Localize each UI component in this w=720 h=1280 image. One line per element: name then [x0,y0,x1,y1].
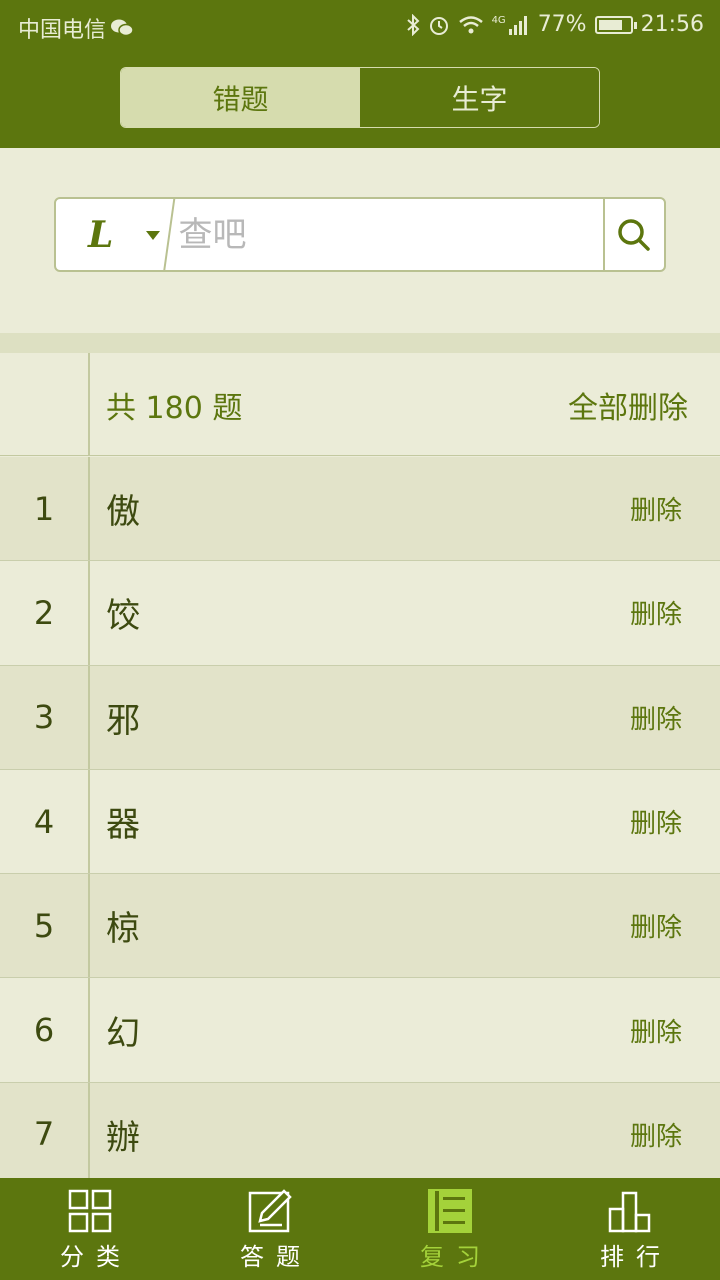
tab-new-characters[interactable]: 生字 [360,68,599,127]
item-index: 7 [33,1115,55,1154]
wifi-icon [458,15,483,33]
delete-all-button[interactable]: 全部删除 [568,353,688,456]
item-character: 辦 [106,1117,140,1158]
item-character: 傲 [106,492,140,533]
status-bar: 中国电信 4G 77% 21:56 [0,0,720,50]
list-icon [428,1188,472,1233]
item-character: 饺 [106,596,140,637]
nav-label: 排行 [600,1242,672,1271]
delete-button[interactable]: 删除 [630,561,682,664]
column-divider [88,353,90,456]
battery-icon [594,15,637,34]
cell-signal-icon: 4G [492,15,530,35]
item-character: 器 [106,805,140,846]
divider [0,333,720,353]
item-character: 椋 [106,909,140,950]
alarm-icon [429,16,448,35]
item-index: 3 [33,698,55,737]
list-item: 7 辦 删除 [0,1082,720,1178]
column-divider [88,1082,90,1178]
nav-label: 复习 [420,1242,492,1271]
grid-icon [68,1189,112,1232]
delete-button[interactable]: 删除 [630,457,682,560]
carrier-name: 中国电信 [18,18,107,43]
list-item: 2 饺 删除 [0,561,720,666]
delete-button[interactable]: 删除 [630,666,682,769]
item-index: 4 [33,802,55,841]
delete-button[interactable]: 删除 [630,1083,682,1178]
search-icon [618,218,650,251]
list-item: 1 傲 删除 [0,457,720,562]
edit-icon [248,1188,292,1232]
nav-item-category[interactable]: 分类 [0,1178,180,1280]
delete-button[interactable]: 删除 [630,978,682,1081]
item-index: 5 [33,906,55,945]
question-count: 共 180 题 [106,390,243,426]
search-button[interactable] [602,199,664,270]
network-type: 4G [491,14,506,26]
search-area: L [0,148,720,333]
search-box: L [54,197,666,272]
item-index: 1 [33,489,55,528]
list-item: 4 器 删除 [0,769,720,875]
app-header: 中国电信 4G 77% 21:56 错题 生字 [0,0,720,148]
ranking-icon [608,1191,651,1232]
bluetooth-icon [406,13,420,36]
item-index: 6 [33,1011,55,1050]
wechat-icon [111,19,134,37]
list-header: 共 180 题 全部删除 [0,353,720,456]
nav-item-ranking[interactable]: 排行 [540,1178,720,1280]
list-item: 6 幻 删除 [0,978,720,1083]
column-divider [88,457,90,561]
tab-wrong-questions[interactable]: 错题 [121,68,360,127]
column-divider [88,665,90,769]
delete-button[interactable]: 删除 [630,770,682,873]
list-item: 5 椋 删除 [0,874,720,979]
list-item: 3 邪 删除 [0,665,720,770]
battery-fill [598,19,622,30]
delete-button[interactable]: 删除 [630,874,682,977]
mode-segmented-control: 错题 生字 [120,67,600,128]
nav-item-review[interactable]: 复习 [360,1178,540,1280]
battery-percent: 77% [537,12,587,37]
column-divider [88,978,90,1082]
item-character: 邪 [106,700,140,741]
column-divider [88,561,90,665]
nav-label: 答题 [240,1242,312,1271]
question-list[interactable]: 1 傲 删除 2 饺 删除 3 邪 删除 4 器 删除 5 椋 删除 6 幻 删… [0,457,720,1178]
nav-label: 分类 [60,1242,132,1271]
search-input[interactable] [142,199,603,270]
clock: 21:56 [640,12,704,37]
bottom-nav: 分类 答题 复习 排行 [0,1178,720,1280]
letter-filter-dropdown[interactable]: L [56,199,176,270]
column-divider [88,769,90,874]
item-character: 幻 [106,1013,140,1054]
caret-down-icon [146,231,160,240]
nav-item-answer[interactable]: 答题 [180,1178,360,1280]
column-divider [88,874,90,978]
item-index: 2 [33,593,55,632]
letter-filter-value: L [88,213,114,256]
